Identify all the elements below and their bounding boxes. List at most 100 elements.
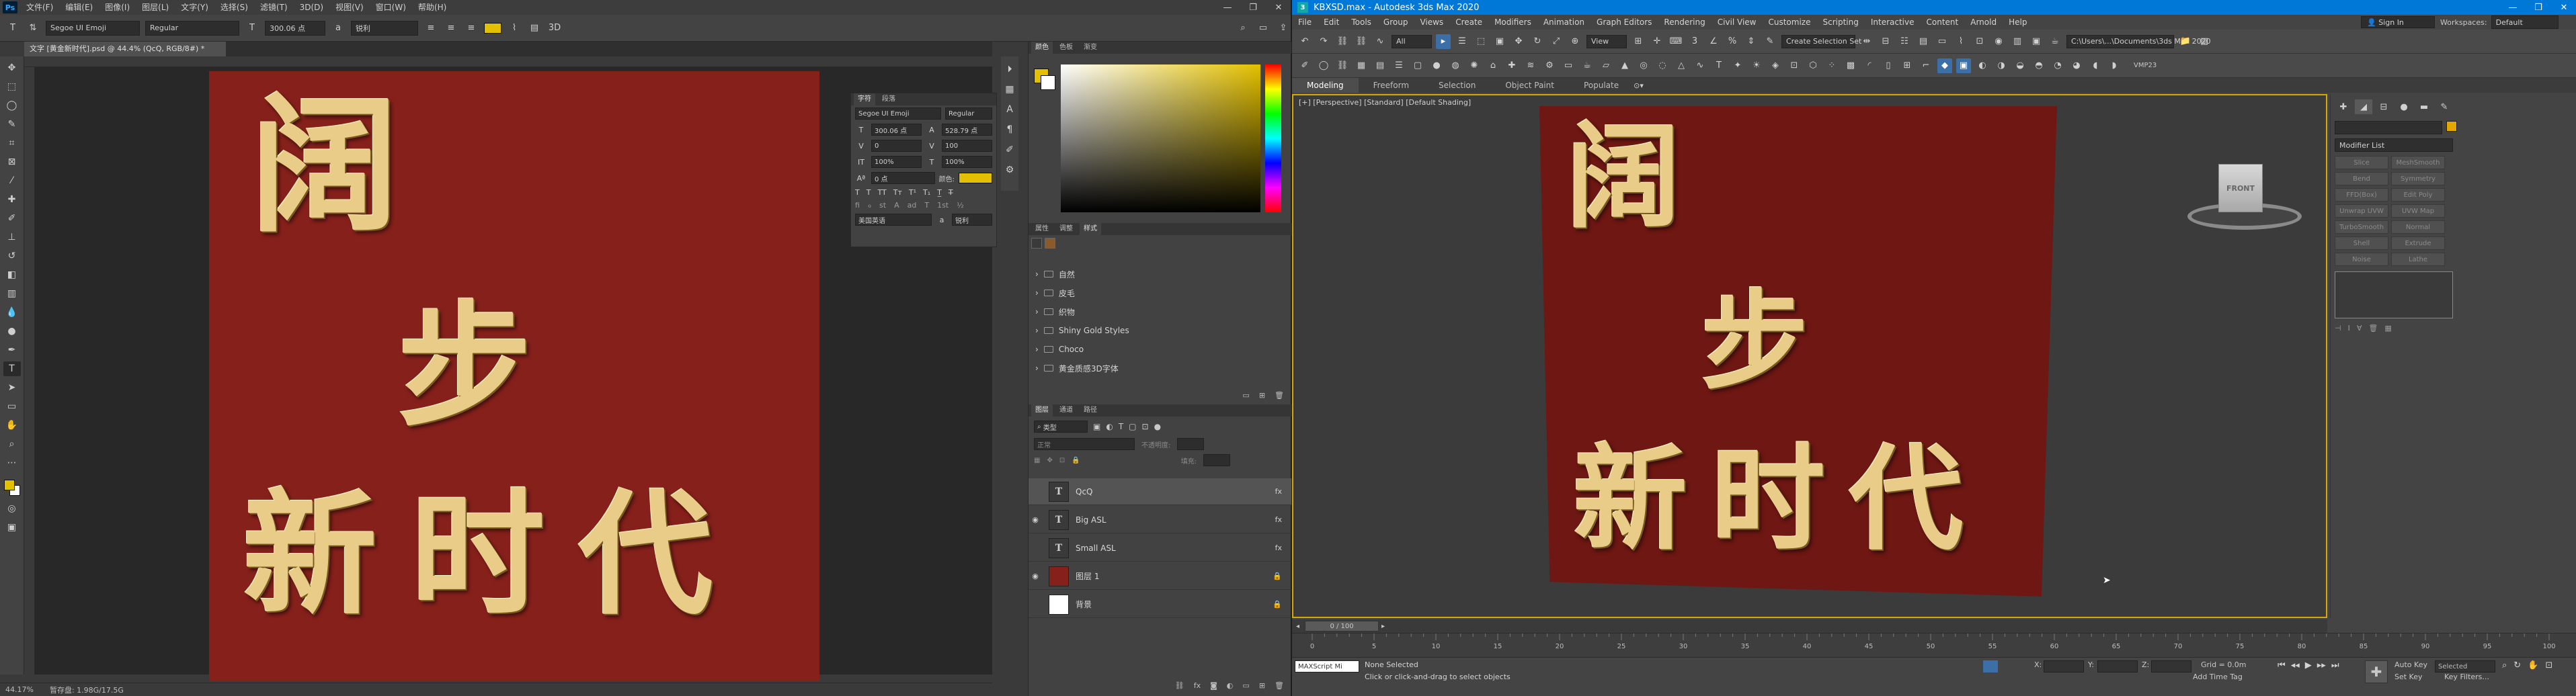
tab-channels[interactable]: 通道 [1055, 404, 1077, 417]
modifier-button[interactable]: Bend [2335, 172, 2388, 185]
curve-editor-icon[interactable]: ⌇ [1954, 34, 1968, 49]
menu-file[interactable]: 文件(F) [20, 0, 59, 15]
menu-edit[interactable]: 编辑(E) [59, 0, 99, 15]
spacewarp-icon[interactable]: ≋ [1523, 58, 1538, 73]
menu-edit[interactable]: Edit [1318, 15, 1345, 30]
project-path[interactable]: C:\Users\...\Documents\3ds Max 2020 [2066, 34, 2211, 48]
track-bar[interactable]: 0 5 10 15 20 25 30 35 40 45 50 55 60 65 70 75 80 85 90 95 10… [1292, 633, 2576, 657]
render-icon[interactable]: ☕ [2048, 34, 2062, 49]
faux-italic-icon[interactable]: T [867, 188, 871, 197]
char-panel-toggle-icon[interactable]: ▤ [527, 21, 542, 36]
char-vscale-field[interactable]: 100% [871, 156, 922, 168]
object-color-swatch[interactable] [2446, 121, 2457, 132]
opacity-field[interactable] [1177, 438, 1205, 450]
workspace-icon[interactable]: ▭ [1256, 21, 1271, 36]
filter-smart-icon[interactable]: ⊡ [1142, 422, 1149, 431]
active-tool-icon[interactable]: ◆ [1937, 58, 1952, 73]
pivot-icon[interactable]: ⊞ [1631, 34, 1646, 49]
tool-e-icon[interactable]: ◔ [2050, 58, 2065, 73]
motion-tab-icon[interactable]: ● [2395, 99, 2413, 114]
go-to-end-icon[interactable]: ⏭ [2331, 660, 2339, 670]
menu-arnold[interactable]: Arnold [1964, 15, 2003, 30]
search-icon[interactable]: ⌕ [1236, 21, 1250, 36]
char-baseline-field[interactable]: 0 点 [871, 172, 935, 184]
lasso-tool-icon[interactable]: ◯ [3, 98, 21, 113]
pan-icon[interactable]: ✋ [2528, 660, 2538, 670]
add-time-tag-button[interactable]: Add Time Tag [2193, 672, 2243, 681]
modify-tab-icon[interactable]: ◢ [2355, 99, 2372, 114]
opentype-1st-icon[interactable]: 1st [937, 201, 949, 210]
menu-layer[interactable]: 图层(L) [136, 0, 175, 15]
small-caps-icon[interactable]: Tт [893, 188, 902, 197]
canvas-area[interactable]: 阔 步 新 时 代 [35, 67, 992, 681]
maxscript-listener[interactable]: MAXScript Mi [1295, 660, 1359, 672]
select-manipulate-icon[interactable]: ✛ [1650, 34, 1664, 49]
folder-icon[interactable]: 📁 [2178, 34, 2193, 49]
named-selection-icon[interactable]: ✎ [1763, 34, 1777, 49]
prev-frame-icon[interactable]: ◂ [1296, 623, 1299, 630]
style-folder[interactable]: › Choco [1029, 340, 1284, 359]
tab-paths[interactable]: 路径 [1080, 404, 1101, 417]
hue-slider[interactable] [1265, 64, 1281, 212]
stamp-tool-icon[interactable]: ⊥ [3, 230, 21, 245]
zoom-level[interactable]: 44.17% [5, 685, 34, 694]
prev-key-icon[interactable]: ◂◂ [2291, 660, 2300, 670]
toggle-scene-explorer-icon[interactable]: ☷ [1897, 34, 1912, 49]
paragraph-panel-icon[interactable]: ¶ [1001, 122, 1018, 137]
chain-icon[interactable]: ⛓ [1335, 58, 1350, 73]
tab-adjustments[interactable]: 调整 [1055, 223, 1077, 235]
display-tab-icon[interactable]: ▬ [2415, 99, 2433, 114]
key-filters-button[interactable]: Key Filters... [2444, 672, 2489, 681]
tab-color[interactable]: 颜色 [1031, 42, 1053, 54]
tab-modeling[interactable]: Modeling [1292, 78, 1359, 93]
new-style-icon[interactable]: ⊞ [1259, 391, 1265, 400]
more-tools-icon[interactable]: ⋯ [3, 455, 21, 470]
angle-snap-icon[interactable]: ∠ [1706, 34, 1721, 49]
opentype-o-icon[interactable]: ℴ [868, 201, 871, 210]
menu-modifiers[interactable]: Modifiers [1488, 15, 1537, 30]
add-mask-icon[interactable]: ◙ [1210, 681, 1217, 690]
screen-mode-icon[interactable]: ▣ [3, 520, 21, 535]
cylinder-icon[interactable]: ◍ [1448, 58, 1463, 73]
new-layer-icon[interactable]: ⊞ [1259, 681, 1265, 690]
window-crossing-icon[interactable]: ▣ [1492, 34, 1507, 49]
move-tool-icon[interactable]: ✥ [3, 60, 21, 75]
workspace-select[interactable]: Default [2491, 15, 2559, 29]
modifier-button[interactable]: Normal [2391, 220, 2445, 234]
viewcube-front-face[interactable]: FRONT [2218, 164, 2263, 212]
bind-icon[interactable]: ∿ [1373, 34, 1387, 49]
align-right-icon[interactable]: ≡ [464, 21, 479, 36]
pin-stack-icon[interactable]: ⊣ [2335, 324, 2341, 333]
maximize-icon[interactable]: ❐ [1241, 0, 1265, 15]
history-brush-icon[interactable]: ↺ [3, 249, 21, 263]
color-bg-swatch[interactable] [1041, 75, 1055, 90]
tab-populate[interactable]: Populate [1569, 78, 1634, 93]
target-camera-icon[interactable]: ◈ [1768, 58, 1783, 73]
nurbs-icon[interactable]: ◜ [1862, 58, 1877, 73]
align-icon[interactable]: ⊟ [1878, 34, 1893, 49]
char-leading-field[interactable]: 528.79 点 [942, 124, 992, 136]
foreground-color-swatch[interactable] [3, 480, 15, 490]
quick-mask-icon[interactable]: ◎ [3, 501, 21, 516]
create-tab-icon[interactable]: ✚ [2335, 99, 2352, 114]
subscript-icon[interactable]: T₁ [923, 188, 930, 197]
orbit-icon[interactable]: ↻ [2513, 660, 2521, 670]
camera-icon[interactable]: ⌂ [1486, 58, 1500, 73]
menu-help[interactable]: Help [2003, 15, 2033, 30]
modifier-button[interactable]: Unwrap UVW [2335, 204, 2388, 218]
tab-character[interactable]: 字符 [854, 93, 875, 105]
char-kerning-field[interactable]: 0 [871, 140, 922, 152]
tab-styles[interactable]: 样式 [1080, 223, 1101, 235]
show-end-result-icon[interactable]: Ⅰ [2348, 324, 2350, 333]
char-hscale-field[interactable]: 100% [942, 156, 992, 168]
ribbon-toggle-icon[interactable]: ⊙▾ [1634, 81, 1644, 90]
char-aa-select[interactable]: 锐利 [952, 214, 992, 226]
character-panel-icon[interactable]: A [1001, 102, 1018, 117]
tool-h-icon[interactable]: ◗ [2107, 58, 2122, 73]
maximize-viewport-icon[interactable]: ⊡ [2545, 660, 2552, 670]
filter-type-icon[interactable]: T [1119, 422, 1123, 431]
style-folder[interactable]: › 黄金质感3D字体 [1029, 359, 1284, 378]
3d-icon[interactable]: 3D [547, 21, 562, 36]
path-select-icon[interactable]: ➤ [3, 380, 21, 395]
omni-light-icon[interactable]: ☀ [1749, 58, 1764, 73]
